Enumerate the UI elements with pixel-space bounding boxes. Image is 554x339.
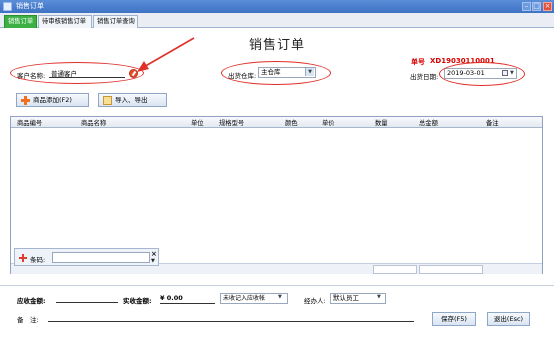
import-export-button[interactable]: 导入、导出 <box>98 93 167 107</box>
remark-label: 备 注: <box>17 316 39 324</box>
window-title: 销售订单 <box>16 2 44 10</box>
received-amount-field[interactable]: ¥ 0.00 <box>160 294 215 304</box>
barcode-icon <box>19 254 27 262</box>
quantity-total <box>373 265 417 274</box>
column-header[interactable]: 规格型号 <box>219 118 244 127</box>
tab-order-query[interactable]: 销售订单查询 <box>93 15 138 28</box>
order-number-label: 单号 <box>411 58 425 66</box>
column-header[interactable]: 数量 <box>375 118 388 127</box>
column-header[interactable]: 单价 <box>322 118 335 127</box>
import-export-label: 导入、导出 <box>115 96 148 104</box>
grid-header: 商品编号 商品名称 单位 规格型号 颜色 单价 数量 总金额 备注 <box>11 117 542 128</box>
tab-strip: 销售订单 待审核销售订单 销售订单查询 <box>0 13 554 28</box>
tab-sales-order[interactable]: 销售订单 <box>4 15 37 28</box>
page-title: 销售订单 <box>248 38 305 53</box>
app-icon <box>3 2 12 11</box>
close-icon[interactable]: × <box>151 250 157 258</box>
annotation-ellipse-warehouse <box>221 61 331 85</box>
column-header[interactable]: 备注 <box>486 118 499 127</box>
remark-field[interactable] <box>48 312 414 322</box>
barcode-panel: 条码: × ▼ <box>14 248 159 266</box>
import-icon <box>103 96 112 105</box>
title-bar: 销售订单 – □ × <box>0 0 554 13</box>
barcode-input[interactable] <box>52 252 150 263</box>
add-product-label: 商品添加(F2) <box>33 96 72 104</box>
barcode-label: 条码: <box>30 256 46 264</box>
chevron-down-icon[interactable]: ▼ <box>278 294 282 300</box>
save-button[interactable]: 保存(F5) <box>432 312 476 326</box>
tab-pending-review[interactable]: 待审核销售订单 <box>38 15 92 28</box>
exit-button[interactable]: 退出(Esc) <box>487 312 530 326</box>
chevron-down-icon[interactable]: ▼ <box>151 258 155 264</box>
handler-label: 经办人: <box>304 297 326 305</box>
amount-total <box>419 265 483 274</box>
maximize-button[interactable]: □ <box>532 2 541 11</box>
column-header[interactable]: 总金额 <box>419 118 438 127</box>
close-button[interactable]: × <box>543 2 552 11</box>
date-label: 出货日期: <box>410 73 439 81</box>
minimize-button[interactable]: – <box>522 2 531 11</box>
column-header[interactable]: 商品编号 <box>17 118 42 127</box>
add-icon <box>21 96 30 105</box>
receivable-value <box>56 302 118 303</box>
received-label: 实收金额: <box>123 297 152 305</box>
receivable-label: 应收金额: <box>17 297 46 305</box>
divider <box>0 285 554 286</box>
column-header[interactable]: 单位 <box>191 118 204 127</box>
annotation-arrow-icon <box>137 37 195 72</box>
chevron-down-icon[interactable]: ▼ <box>377 294 381 300</box>
column-header[interactable]: 颜色 <box>285 118 298 127</box>
column-header[interactable]: 商品名称 <box>81 118 106 127</box>
annotation-ellipse-customer <box>10 62 144 84</box>
annotation-ellipse-date <box>439 62 525 86</box>
add-product-button[interactable]: 商品添加(F2) <box>16 93 89 107</box>
